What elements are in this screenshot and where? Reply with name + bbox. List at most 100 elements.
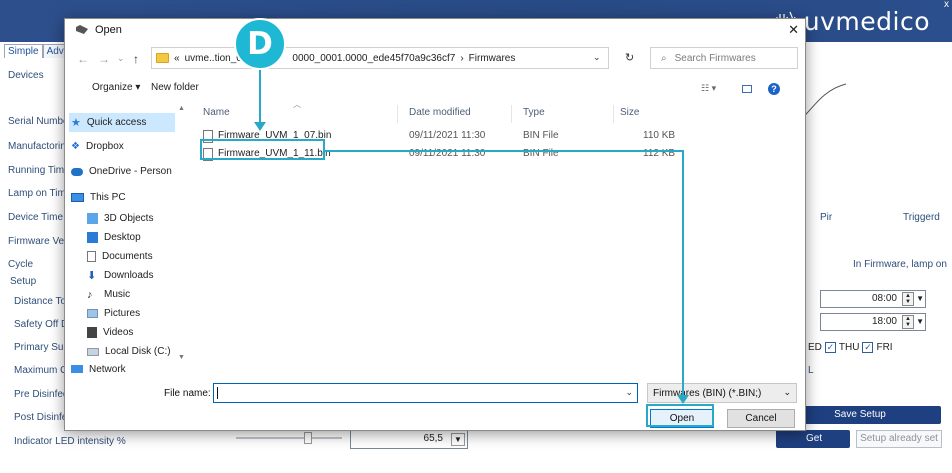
start-time-spinner[interactable]: ▲ ▼ [902, 292, 914, 306]
breadcrumb-segment-3[interactable]: Firmwares [469, 53, 516, 64]
nav-item-label: 3D Objects [104, 213, 154, 224]
partial-label: L [808, 365, 814, 376]
view-options-icon[interactable]: ☷ ▾ [701, 83, 716, 94]
dialog-toolbar: Organize ▾ New folder ☷ ▾ ? [65, 77, 805, 103]
label-serial-number: Serial Numbe [8, 116, 69, 127]
new-folder-button[interactable]: New folder [151, 82, 199, 93]
download-icon: ⬇ [87, 270, 97, 282]
start-time-value: 08:00 [871, 293, 897, 304]
chevron-down-icon[interactable]: ▼ [916, 294, 924, 303]
preview-pane-icon[interactable] [742, 85, 752, 93]
chevron-down-icon[interactable]: ▼ [451, 433, 465, 446]
chevron-down-icon[interactable]: ⌄ [783, 387, 791, 398]
up-arrow-icon[interactable]: ↑ [133, 52, 139, 66]
tab-simple[interactable]: Simple [4, 44, 43, 58]
cloud-icon [71, 167, 83, 176]
file-type-select[interactable]: Firmwares (BIN) (*.BIN;) ⌄ [647, 383, 797, 403]
app-close-icon[interactable]: x [944, 0, 949, 10]
firmware-status: In Firmware, lamp on [853, 259, 947, 270]
nav-item-this-pc[interactable]: This PC [69, 188, 175, 207]
network-icon [71, 365, 83, 373]
column-size[interactable]: Size [620, 107, 639, 118]
nav-item-label: Music [104, 289, 131, 300]
label-device-time: Device Time [8, 212, 64, 223]
day-fri-label: FRI [876, 342, 893, 353]
label-manufacturing: Manufactorin [8, 141, 66, 152]
chevron-down-icon[interactable]: ▼ [916, 317, 924, 326]
disk-icon [87, 347, 99, 356]
label-devices: Devices [8, 70, 44, 81]
nav-item-3d-objects[interactable]: 3D Objects [85, 209, 175, 228]
setup-already-set-button[interactable]: Setup already set [856, 430, 942, 448]
breadcrumb-segment-2[interactable]: 0000_0001.0000_ede45f70a9c36cf7 [292, 53, 455, 64]
chevron-down-icon[interactable]: ⌄ [625, 387, 633, 398]
nav-item-videos[interactable]: Videos [85, 323, 175, 342]
back-arrow-icon[interactable]: ← [77, 52, 89, 66]
column-name[interactable]: Name [203, 107, 230, 118]
nav-item-documents[interactable]: Documents [85, 247, 175, 266]
led-intensity-slider[interactable] [236, 437, 342, 439]
label-indicator-led: Indicator LED intensity % [14, 436, 126, 447]
address-bar[interactable]: « uvme..tion_00 0000_0001.0000_ede45f70a… [151, 47, 609, 69]
step-badge: D [234, 18, 286, 70]
nav-item-label: Network [89, 363, 126, 375]
label-primary-surface: Primary Surf [14, 342, 70, 353]
scroll-up-icon[interactable]: ▲ [178, 105, 185, 112]
nav-item-label: OneDrive - Person [89, 166, 172, 177]
nav-item-dropbox[interactable]: ❖ Dropbox [69, 137, 175, 156]
file-name-input[interactable]: ⌄ [213, 383, 638, 403]
column-divider[interactable] [511, 105, 512, 123]
end-time-picker[interactable]: 18:00 ▲ ▼ ▼ [820, 313, 926, 331]
nav-item-music[interactable]: ♪ Music [85, 285, 175, 304]
nav-item-local-disk[interactable]: Local Disk (C:) [85, 342, 175, 361]
nav-item-label: Dropbox [85, 141, 124, 152]
cancel-button[interactable]: Cancel [727, 409, 795, 428]
nav-item-network[interactable]: Network [69, 362, 175, 376]
column-divider[interactable] [397, 105, 398, 123]
led-intensity-input[interactable]: 65,5 ▼ [350, 429, 468, 449]
scroll-down-icon[interactable]: ▼ [178, 354, 185, 361]
get-button[interactable]: Get [776, 430, 850, 448]
column-type[interactable]: Type [523, 107, 545, 118]
thu-checkbox[interactable]: ✓ [824, 342, 836, 353]
column-date-modified[interactable]: Date modified [409, 107, 471, 118]
help-icon[interactable]: ? [768, 83, 780, 95]
chart-curve [801, 83, 847, 119]
led-slider-thumb[interactable] [304, 432, 312, 444]
nav-item-onedrive[interactable]: OneDrive - Person [69, 162, 175, 181]
address-overflow[interactable]: « [174, 53, 180, 64]
refresh-icon[interactable]: ↻ [625, 51, 634, 64]
nav-item-label: Downloads [104, 270, 154, 281]
file-type: BIN File [523, 148, 559, 159]
file-date: 09/11/2021 11:30 [409, 130, 486, 141]
organize-button[interactable]: Organize ▾ [92, 82, 140, 93]
file-name-label: File name: [164, 388, 211, 399]
dialog-title: Open [95, 24, 122, 36]
nav-item-quick-access[interactable]: ★ Quick access [69, 113, 175, 132]
cube-icon [87, 213, 98, 224]
brand-name: uvmedico [803, 6, 930, 36]
desktop-icon [87, 232, 98, 243]
nav-item-label: Documents [102, 251, 153, 262]
label-setup: Setup [10, 276, 37, 287]
label-pir: Pir [820, 212, 833, 223]
nav-item-pictures[interactable]: Pictures [85, 304, 175, 323]
label-maximum: Maximum O [14, 365, 68, 376]
label-pre-disinfection: Pre Disinfect [14, 389, 71, 400]
end-time-spinner[interactable]: ▲ ▼ [902, 315, 914, 329]
chevron-down-icon[interactable]: ⌄ [593, 52, 601, 63]
weekday-checkboxes: ED ✓ THU ✓ FRI [808, 342, 893, 353]
column-divider[interactable] [613, 105, 614, 123]
search-input[interactable]: ⌕ Search Firmwares [650, 47, 798, 69]
forward-arrow-icon[interactable]: → [98, 52, 110, 66]
close-icon[interactable]: ✕ [788, 22, 799, 38]
start-time-picker[interactable]: 08:00 ▲ ▼ ▼ [820, 290, 926, 308]
nav-item-downloads[interactable]: ⬇ Downloads [85, 266, 175, 285]
label-cycle: Cycle [8, 259, 34, 270]
recent-locations-icon[interactable]: ⌄ [117, 53, 125, 64]
fri-checkbox[interactable]: ✓ [862, 342, 874, 353]
nav-item-label: Pictures [104, 308, 141, 319]
nav-pane-scrollbar[interactable]: ▲ ▼ [177, 105, 187, 361]
nav-item-desktop[interactable]: Desktop [85, 228, 175, 247]
text-caret [217, 387, 218, 399]
